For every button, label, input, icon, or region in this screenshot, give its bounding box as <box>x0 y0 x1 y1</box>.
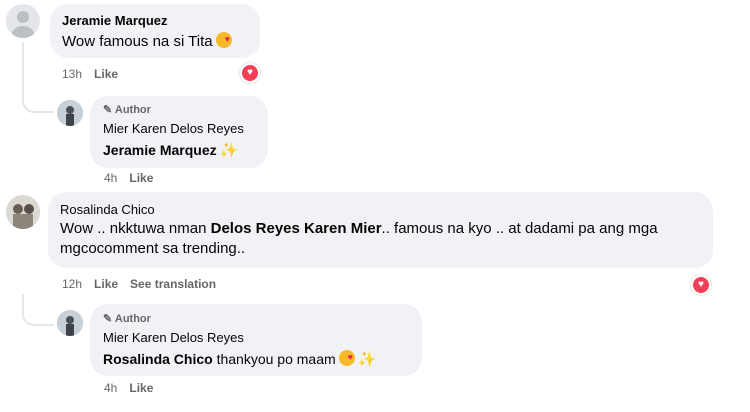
comment-author-name[interactable]: Rosalinda Chico <box>60 202 155 217</box>
reply-meta: 4h Like <box>104 171 153 185</box>
reply-author-name[interactable]: Mier Karen Delos Reyes <box>103 330 244 345</box>
reply-thread-line <box>22 294 54 326</box>
smiling-face-with-hearts-icon <box>338 347 355 367</box>
sparkles-icon: ✨ <box>357 351 377 368</box>
author-tag-label: Author <box>114 313 151 325</box>
pencil-icon: ✎ <box>103 104 113 116</box>
sparkles-icon: ✨ <box>219 142 239 159</box>
profile-photo-icon <box>57 100 83 126</box>
comment-meta: 13h Like <box>62 67 118 81</box>
reply-thread-line <box>22 42 54 113</box>
author-tag: ✎ Author <box>103 312 151 325</box>
reply-meta: 4h Like <box>104 381 153 395</box>
avatar[interactable] <box>6 195 40 229</box>
comment-author-name[interactable]: Jeramie Marquez <box>62 13 168 28</box>
reply-time[interactable]: 4h <box>104 381 117 395</box>
reply-bubble: ✎ Author Mier Karen Delos Reyes Jeramie … <box>90 96 268 168</box>
smiling-face-with-hearts-icon <box>215 29 232 49</box>
reply-text: Rosalinda Chico thankyou po maam ✨ <box>103 347 377 370</box>
comment-meta: 12h Like See translation <box>62 277 216 291</box>
profile-photo-icon <box>6 195 40 229</box>
comment-time[interactable]: 12h <box>62 277 82 291</box>
like-button[interactable]: Like <box>94 277 118 291</box>
love-reaction-badge[interactable]: ♥ <box>240 63 260 83</box>
heart-icon: ♥ <box>242 65 258 81</box>
author-tag-label: Author <box>114 104 151 116</box>
comment-time[interactable]: 13h <box>62 67 82 81</box>
profile-photo-icon <box>57 310 83 336</box>
avatar[interactable] <box>57 310 83 336</box>
comment-text: Wow .. nkktuwa nman Delos Reyes Karen Mi… <box>60 219 660 259</box>
comment-text-body: Wow famous na si Tita <box>62 33 213 50</box>
reply-bubble: ✎ Author Mier Karen Delos Reyes Rosalind… <box>90 304 422 376</box>
like-button[interactable]: Like <box>129 381 153 395</box>
see-translation-link[interactable]: See translation <box>130 277 216 291</box>
mention-link[interactable]: Jeramie Marquez <box>103 142 217 158</box>
comment-text: Wow famous na si Tita <box>62 29 232 52</box>
love-reaction-badge[interactable]: ♥ <box>691 275 711 295</box>
avatar[interactable] <box>57 100 83 126</box>
mention-link[interactable]: Delos Reyes Karen Mier <box>211 220 382 237</box>
like-button[interactable]: Like <box>94 67 118 81</box>
author-tag: ✎ Author <box>103 103 151 116</box>
comment-bubble: Jeramie Marquez Wow famous na si Tita <box>50 4 260 58</box>
comment-bubble: Rosalinda Chico Wow .. nkktuwa nman Delo… <box>48 192 713 268</box>
mention-link[interactable]: Rosalinda Chico <box>103 351 213 367</box>
pencil-icon: ✎ <box>103 313 113 325</box>
avatar[interactable] <box>6 4 40 38</box>
default-avatar-icon <box>12 11 34 38</box>
reply-time[interactable]: 4h <box>104 171 117 185</box>
reply-text-body: thankyou po maam <box>212 351 336 367</box>
comment-text-part: Wow .. nkktuwa nman <box>60 220 211 237</box>
reply-text: Jeramie Marquez ✨ <box>103 140 238 161</box>
reply-author-name[interactable]: Mier Karen Delos Reyes <box>103 121 244 136</box>
heart-icon: ♥ <box>693 277 709 293</box>
like-button[interactable]: Like <box>129 171 153 185</box>
